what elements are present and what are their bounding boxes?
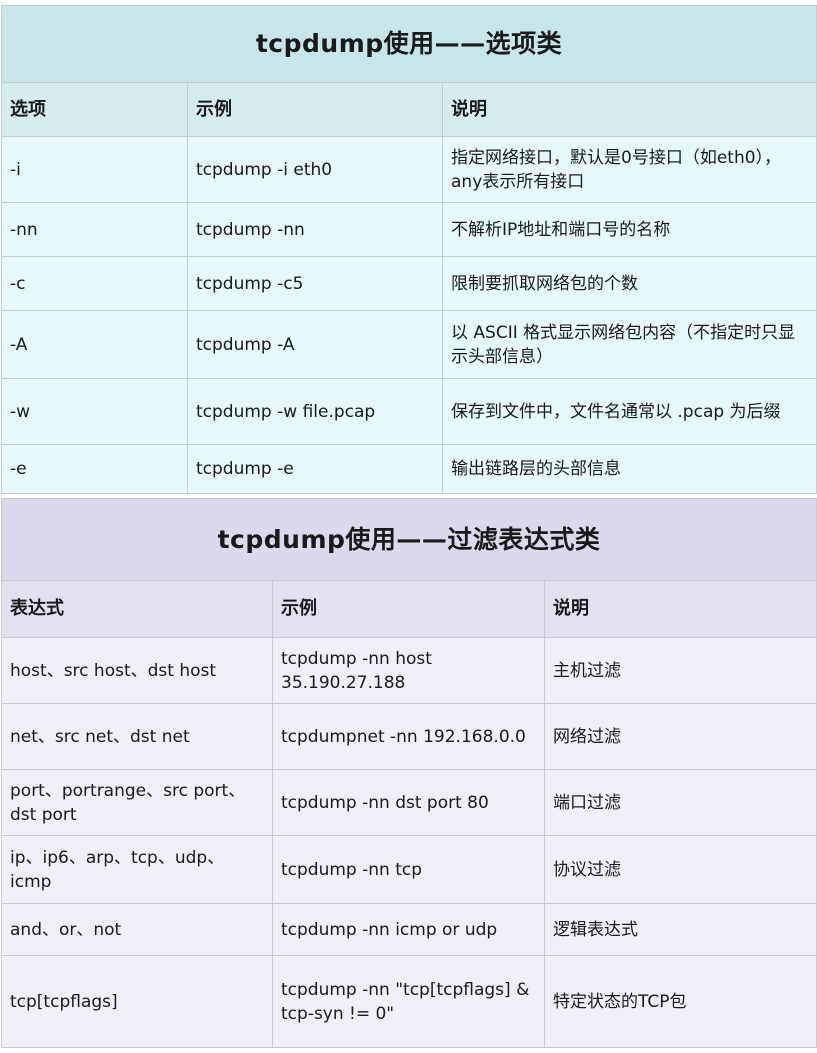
example-cell: tcpdump -nn dst port 80 [272, 769, 545, 836]
table-row: host、src host、dst host tcpdump -nn host … [1, 637, 817, 704]
table-row: net、src net、dst net tcpdumpnet -nn 192.1… [1, 703, 817, 770]
header-option: 选项 [1, 82, 188, 137]
expression-cell: ip、ip6、arp、tcp、udp、icmp [1, 835, 273, 904]
table-row: and、or、not tcpdump -nn icmp or udp 逻辑表达式 [1, 903, 817, 956]
filter-title-row: tcpdump使用——过滤表达式类 [0, 498, 817, 581]
filter-table-title: tcpdump使用——过滤表达式类 [0, 498, 817, 581]
table-row: -e tcpdump -e 输出链路层的头部信息 [1, 444, 817, 494]
description-cell: 保存到文件中，文件名通常以 .pcap 为后缀 [441, 378, 817, 445]
description-cell: 主机过滤 [543, 637, 817, 704]
options-table-title: tcpdump使用——选项类 [0, 5, 817, 83]
example-cell: tcpdump -nn host 35.190.27.188 [272, 637, 545, 704]
header-expression: 表达式 [1, 580, 273, 638]
expression-cell: tcp[tcpflags] [1, 955, 273, 1048]
example-cell: tcpdump -i eth0 [187, 136, 443, 203]
option-cell: -e [1, 444, 188, 494]
table-row: ip、ip6、arp、tcp、udp、icmp tcpdump -nn tcp … [1, 835, 817, 904]
header-description: 说明 [543, 580, 817, 638]
table-row: tcp[tcpflags] tcpdump -nn "tcp[tcpflags]… [1, 955, 817, 1048]
expression-cell: and、or、not [1, 903, 273, 956]
description-cell: 以 ASCII 格式显示网络包内容（不指定时只显示头部信息） [441, 310, 817, 379]
table-row: -c tcpdump -c5 限制要抓取网络包的个数 [1, 256, 817, 311]
filter-table: tcpdump使用——过滤表达式类 表达式 示例 说明 host、src hos… [0, 498, 817, 1048]
option-cell: -i [1, 136, 188, 203]
expression-cell: port、portrange、src port、dst port [1, 769, 273, 836]
description-cell: 不解析IP地址和端口号的名称 [441, 202, 817, 257]
table-row: -i tcpdump -i eth0 指定网络接口，默认是0号接口（如eth0）… [1, 136, 817, 203]
options-table: tcpdump使用——选项类 选项 示例 说明 -i tcpdump -i et… [0, 5, 817, 494]
description-cell: 输出链路层的头部信息 [441, 444, 817, 494]
example-cell: tcpdump -A [187, 310, 443, 379]
options-header-row: 选项 示例 说明 [1, 82, 817, 137]
header-example: 示例 [272, 580, 545, 638]
header-description: 说明 [441, 82, 817, 137]
description-cell: 指定网络接口，默认是0号接口（如eth0），any表示所有接口 [441, 136, 817, 203]
example-cell: tcpdump -nn icmp or udp [272, 903, 545, 956]
expression-cell: net、src net、dst net [1, 703, 273, 770]
table-row: -w tcpdump -w file.pcap 保存到文件中，文件名通常以 .p… [1, 378, 817, 445]
description-cell: 协议过滤 [543, 835, 817, 904]
description-cell: 端口过滤 [543, 769, 817, 836]
expression-cell: host、src host、dst host [1, 637, 273, 704]
option-cell: -w [1, 378, 188, 445]
option-cell: -c [1, 256, 188, 311]
table-row: -A tcpdump -A 以 ASCII 格式显示网络包内容（不指定时只显示头… [1, 310, 817, 379]
example-cell: tcpdump -nn [187, 202, 443, 257]
example-cell: tcpdump -nn tcp [272, 835, 545, 904]
example-cell: tcpdump -c5 [187, 256, 443, 311]
description-cell: 限制要抓取网络包的个数 [441, 256, 817, 311]
header-example: 示例 [187, 82, 443, 137]
option-cell: -nn [1, 202, 188, 257]
example-cell: tcpdump -nn "tcp[tcpflags] & tcp-syn != … [272, 955, 545, 1048]
options-title-row: tcpdump使用——选项类 [0, 5, 817, 83]
example-cell: tcpdump -w file.pcap [187, 378, 443, 445]
example-cell: tcpdumpnet -nn 192.168.0.0 [272, 703, 545, 770]
table-row: -nn tcpdump -nn 不解析IP地址和端口号的名称 [1, 202, 817, 257]
description-cell: 逻辑表达式 [543, 903, 817, 956]
description-cell: 特定状态的TCP包 [543, 955, 817, 1048]
filter-header-row: 表达式 示例 说明 [1, 580, 817, 638]
table-row: port、portrange、src port、dst port tcpdump… [1, 769, 817, 836]
example-cell: tcpdump -e [187, 444, 443, 494]
description-cell: 网络过滤 [543, 703, 817, 770]
option-cell: -A [1, 310, 188, 379]
